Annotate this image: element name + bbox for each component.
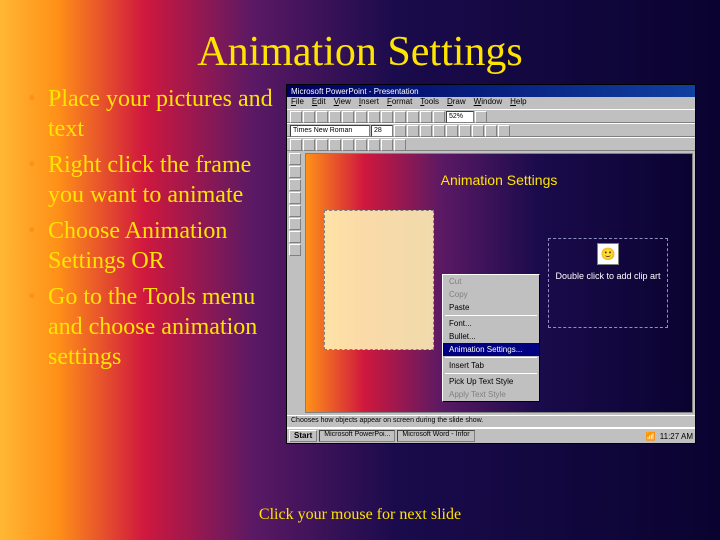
ctx-separator <box>445 315 537 316</box>
fill-color-icon[interactable] <box>381 139 393 151</box>
menu-format[interactable]: Format <box>387 97 412 109</box>
help-icon[interactable] <box>475 111 487 123</box>
menubar[interactable]: File Edit View Insert Format Tools Draw … <box>287 97 695 109</box>
undo-icon[interactable] <box>407 111 419 123</box>
font-name-field[interactable]: Times New Roman <box>290 125 370 137</box>
draw-icon[interactable] <box>290 139 302 151</box>
italic-icon[interactable] <box>433 125 445 137</box>
bold-icon[interactable] <box>420 125 432 137</box>
window-titlebar: Microsoft PowerPoint - Presentation <box>287 85 695 97</box>
bullet-item: Choose Animation Settings OR <box>44 216 280 276</box>
footer-hint: Click your mouse for next slide <box>0 506 720 524</box>
align-left-icon[interactable] <box>472 125 484 137</box>
drawing-toolbar <box>287 137 695 151</box>
tray-icon[interactable]: 📶 <box>646 432 656 441</box>
menu-file[interactable]: File <box>291 97 304 109</box>
shadow-icon[interactable] <box>459 125 471 137</box>
ctx-insert-tab[interactable]: Insert Tab <box>443 359 539 372</box>
text-placeholder-frame[interactable] <box>324 210 434 350</box>
side-toolbar <box>287 151 303 415</box>
ctx-pickup-style[interactable]: Pick Up Text Style <box>443 375 539 388</box>
zoom-field[interactable]: 52% <box>446 111 474 123</box>
new-icon[interactable] <box>290 111 302 123</box>
menu-help[interactable]: Help <box>510 97 526 109</box>
start-button[interactable]: Start <box>289 430 317 442</box>
work-area: Animation Settings 🙂 Double click to add… <box>287 151 695 415</box>
rectangle-icon[interactable] <box>342 139 354 151</box>
autoshapes-icon[interactable] <box>316 139 328 151</box>
selection-tool-icon[interactable] <box>289 153 301 165</box>
bullet-item: Place your pictures and text <box>44 84 280 144</box>
ellipse-tool-icon[interactable] <box>289 205 301 217</box>
clipart-placeholder-frame[interactable]: 🙂 Double click to add clip art <box>548 238 668 328</box>
insert-chart-icon[interactable] <box>420 111 432 123</box>
format-painter-icon[interactable] <box>394 111 406 123</box>
line-icon[interactable] <box>329 139 341 151</box>
clock: 11:27 AM <box>660 432 693 441</box>
slide-title: Animation Settings <box>0 0 720 84</box>
underline-icon[interactable] <box>446 125 458 137</box>
menu-edit[interactable]: Edit <box>312 97 326 109</box>
font-size-field[interactable]: 28 <box>371 125 393 137</box>
slide-canvas[interactable]: Animation Settings 🙂 Double click to add… <box>305 153 693 413</box>
arc-tool-icon[interactable] <box>289 218 301 230</box>
ctx-paste[interactable]: Paste <box>443 301 539 314</box>
menu-view[interactable]: View <box>334 97 351 109</box>
context-menu[interactable]: Cut Copy Paste Font... Bullet... Animati… <box>442 274 540 402</box>
bullet-list: Place your pictures and text Right click… <box>20 84 280 444</box>
formatting-toolbar: Times New Roman 28 <box>287 123 695 137</box>
cut-icon[interactable] <box>355 111 367 123</box>
copy-icon[interactable] <box>368 111 380 123</box>
save-icon[interactable] <box>316 111 328 123</box>
taskbar: Start Microsoft PowerPoi... Microsoft Wo… <box>287 427 695 443</box>
menu-insert[interactable]: Insert <box>359 97 379 109</box>
menu-tools[interactable]: Tools <box>420 97 439 109</box>
line-tool-icon[interactable] <box>289 179 301 191</box>
freeform-tool-icon[interactable] <box>289 231 301 243</box>
ctx-separator <box>445 373 537 374</box>
spell-icon[interactable] <box>342 111 354 123</box>
standard-toolbar: 52% <box>287 109 695 123</box>
decrease-font-icon[interactable] <box>407 125 419 137</box>
clipart-icon[interactable]: 🙂 <box>597 243 619 265</box>
taskbar-button[interactable]: Microsoft Word - Infor <box>397 430 474 442</box>
align-center-icon[interactable] <box>485 125 497 137</box>
content-row: Place your pictures and text Right click… <box>0 84 720 444</box>
powerpoint-window: Microsoft PowerPoint - Presentation File… <box>286 84 696 444</box>
text-tool-icon[interactable] <box>289 166 301 178</box>
oval-icon[interactable] <box>355 139 367 151</box>
ctx-bullet[interactable]: Bullet... <box>443 330 539 343</box>
bullet-item: Go to the Tools menu and choose animatio… <box>44 282 280 372</box>
ctx-copy[interactable]: Copy <box>443 288 539 301</box>
open-icon[interactable] <box>303 111 315 123</box>
insert-clipart-icon[interactable] <box>433 111 445 123</box>
taskbar-button[interactable]: Microsoft PowerPoi... <box>319 430 395 442</box>
ctx-separator <box>445 357 537 358</box>
ctx-cut[interactable]: Cut <box>443 275 539 288</box>
bullet-item: Right click the frame you want to animat… <box>44 150 280 210</box>
ctx-animation-settings[interactable]: Animation Settings... <box>443 343 539 356</box>
paste-icon[interactable] <box>381 111 393 123</box>
select-icon[interactable] <box>303 139 315 151</box>
ctx-apply-style[interactable]: Apply Text Style <box>443 388 539 401</box>
clipart-label: Double click to add clip art <box>549 271 667 281</box>
screenshot-frame: Microsoft PowerPoint - Presentation File… <box>280 84 700 444</box>
menu-draw[interactable]: Draw <box>447 97 466 109</box>
ctx-font[interactable]: Font... <box>443 317 539 330</box>
inner-slide-title: Animation Settings <box>306 154 692 188</box>
increase-font-icon[interactable] <box>394 125 406 137</box>
rect-tool-icon[interactable] <box>289 192 301 204</box>
textbox-icon[interactable] <box>368 139 380 151</box>
print-icon[interactable] <box>329 111 341 123</box>
statusbar: Chooses how objects appear on screen dur… <box>287 415 695 427</box>
line-color-icon[interactable] <box>394 139 406 151</box>
rotate-tool-icon[interactable] <box>289 244 301 256</box>
system-tray: 📶 11:27 AM <box>646 432 693 441</box>
bullets-icon[interactable] <box>498 125 510 137</box>
menu-window[interactable]: Window <box>474 97 502 109</box>
